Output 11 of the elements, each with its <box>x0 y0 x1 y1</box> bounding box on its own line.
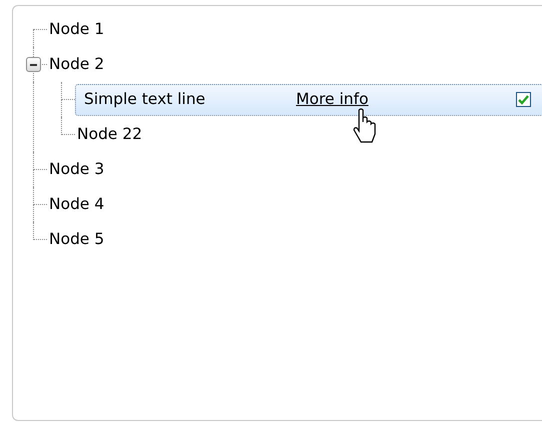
expand-toggle[interactable] <box>26 57 41 72</box>
tree-item[interactable]: Node 3 <box>47 158 106 182</box>
item-text: Simple text line <box>84 88 206 110</box>
more-info-link[interactable]: More info <box>296 88 368 112</box>
tree-item[interactable]: Simple text line More info <box>75 84 542 116</box>
tree-item[interactable]: Node 4 <box>47 192 106 216</box>
tree-item[interactable]: Node 2 <box>47 52 106 76</box>
tree-item[interactable]: Node 5 <box>47 228 106 252</box>
tree-item[interactable]: Node 1 <box>47 18 106 42</box>
checkbox[interactable] <box>516 92 531 107</box>
tree-item[interactable]: Node 22 <box>75 122 144 146</box>
